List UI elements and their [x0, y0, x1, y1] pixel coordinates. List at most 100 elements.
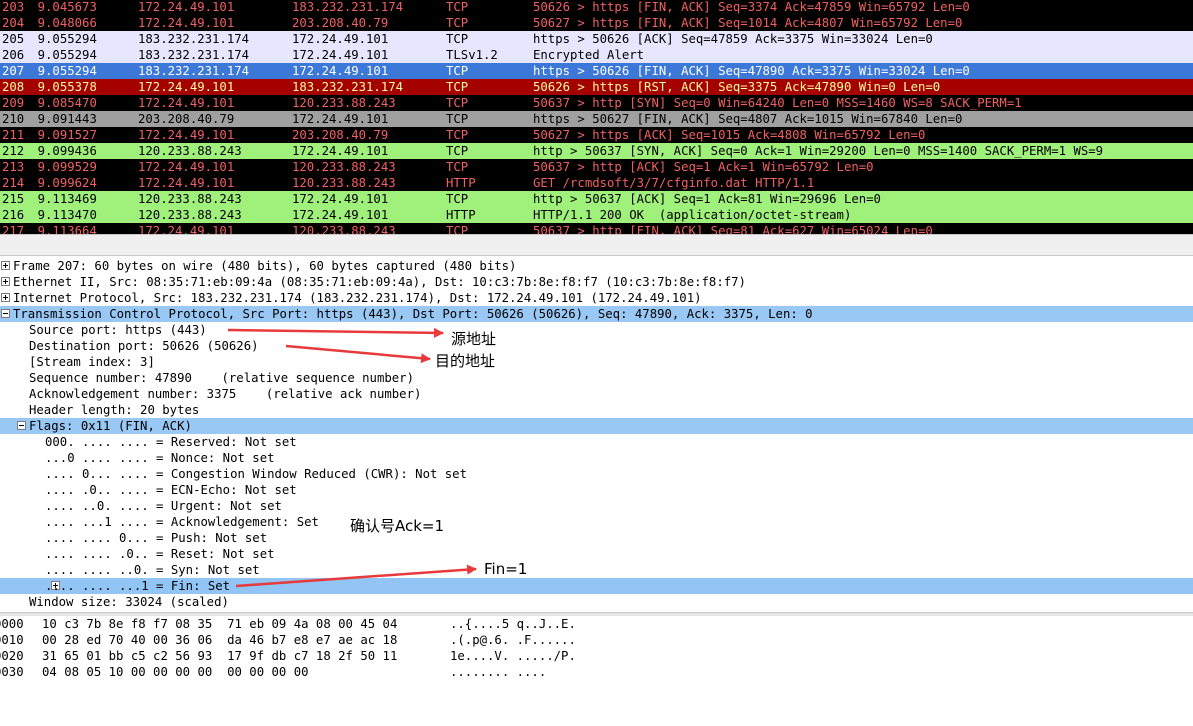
packet-info: http > 50637 [SYN, ACK] Seq=0 Ack=1 Win=…	[533, 144, 1104, 158]
packet-row[interactable]: 206 9.055294 183.232.231.174 172.24.49.101…	[0, 47, 1193, 63]
expand-icon[interactable]	[1, 261, 10, 270]
packet-no-time: 212 9.099436	[2, 143, 132, 159]
packet-info: 50637 > http [ACK] Seq=1 Ack=1 Win=65792…	[533, 160, 874, 174]
hex-row[interactable]: 0000 10 c3 7b 8e f8 f7 08 35 71 eb 09 4a …	[0, 616, 1193, 632]
packet-destination: 172.24.49.101	[292, 208, 389, 222]
packet-info: Encrypted Alert	[533, 48, 645, 62]
packet-destination: 183.232.231.174	[292, 80, 404, 94]
packet-source: 172.24.49.101	[138, 128, 235, 142]
packet-no-time: 210 9.091443	[2, 111, 132, 127]
packet-no-time: 204 9.048066	[2, 15, 132, 31]
tree-item[interactable]: Destination port: 50626 (50626)	[0, 338, 1193, 354]
packet-bytes-pane[interactable]: 0000 10 c3 7b 8e f8 f7 08 35 71 eb 09 4a …	[0, 616, 1193, 726]
tree-item[interactable]: .... .... 0... = Push: Not set	[0, 530, 1193, 546]
packet-time: 9.113469	[37, 192, 97, 206]
tree-item-label: Ethernet II, Src: 08:35:71:eb:09:4a (08:…	[13, 275, 746, 289]
packet-destination: 172.24.49.101	[292, 32, 389, 46]
tree-item[interactable]: .... .... ...1 = Fin: Set	[0, 578, 1193, 594]
tree-item[interactable]: .... ...1 .... = Acknowledgement: Set	[0, 514, 1193, 530]
packet-destination: 172.24.49.101	[292, 64, 389, 78]
packet-row[interactable]: 216 9.113470 120.233.88.243 172.24.49.101 H…	[0, 207, 1193, 223]
tree-item[interactable]: Source port: https (443)	[0, 322, 1193, 338]
tree-item[interactable]: Window size: 33024 (scaled)	[0, 594, 1193, 610]
packet-number: 215	[2, 192, 25, 206]
packet-row[interactable]: 210 9.091443 203.208.40.79 172.24.49.101 TC…	[0, 111, 1193, 127]
packet-details-pane[interactable]: Frame 207: 60 bytes on wire (480 bits), …	[0, 256, 1193, 612]
expand-icon[interactable]	[1, 293, 10, 302]
tree-item-label: Flags: 0x11 (FIN, ACK)	[29, 419, 192, 433]
expand-icon[interactable]	[1, 277, 10, 286]
tree-item[interactable]: [Stream index: 3]	[0, 354, 1193, 370]
packet-info: https > 50627 [FIN, ACK] Seq=4807 Ack=10…	[533, 112, 963, 126]
packet-row[interactable]: 208 9.055378 172.24.49.101 183.232.231.174…	[0, 79, 1193, 95]
packet-number: 217	[2, 224, 25, 234]
packet-row[interactable]: 207 9.055294 183.232.231.174 172.24.49.101…	[0, 63, 1193, 79]
packet-number: 203	[2, 0, 25, 14]
packet-source: 183.232.231.174	[138, 64, 250, 78]
tree-item[interactable]: Internet Protocol, Src: 183.232.231.174 …	[0, 290, 1193, 306]
packet-row[interactable]: 209 9.085470 172.24.49.101 120.233.88.243 T…	[0, 95, 1193, 111]
packet-row[interactable]: 205 9.055294 183.232.231.174 172.24.49.101…	[0, 31, 1193, 47]
tree-item-label: .... 0... .... = Congestion Window Reduc…	[45, 467, 467, 481]
packet-row[interactable]: 214 9.099624 172.24.49.101 120.233.88.243 H…	[0, 175, 1193, 191]
tree-item[interactable]: .... .... .0.. = Reset: Not set	[0, 546, 1193, 562]
annotation-ack: 确认号Ack=1	[350, 517, 445, 535]
tree-item[interactable]: Flags: 0x11 (FIN, ACK)	[0, 418, 1193, 434]
packet-source: 172.24.49.101	[138, 224, 235, 234]
annotation-fin: Fin=1	[484, 560, 528, 578]
packet-no-time: 216 9.113470	[2, 207, 132, 223]
packet-list-pane[interactable]: 203 9.045673 172.24.49.101 183.232.231.174…	[0, 0, 1193, 234]
packet-number: 206	[2, 48, 25, 62]
packet-info: GET /rcmdsoft/3/7/cfginfo.dat HTTP/1.1	[533, 176, 815, 190]
hex-row[interactable]: 0020 31 65 01 bb c5 c2 56 93 17 9f db c7 …	[0, 648, 1193, 664]
packet-row[interactable]: 203 9.045673 172.24.49.101 183.232.231.174…	[0, 0, 1193, 15]
tree-item[interactable]: .... .0.. .... = ECN-Echo: Not set	[0, 482, 1193, 498]
packet-source: 183.232.231.174	[138, 32, 250, 46]
packet-row[interactable]: 215 9.113469 120.233.88.243 172.24.49.101 T…	[0, 191, 1193, 207]
packet-time: 9.055378	[37, 80, 97, 94]
packet-row[interactable]: 211 9.091527 172.24.49.101 203.208.40.79 TC…	[0, 127, 1193, 143]
hex-row[interactable]: 0030 04 08 05 10 00 00 00 00 00 00 00 00.…	[0, 664, 1193, 680]
packet-time: 9.099624	[37, 176, 97, 190]
tree-item[interactable]: Header length: 20 bytes	[0, 402, 1193, 418]
tree-item[interactable]: Ethernet II, Src: 08:35:71:eb:09:4a (08:…	[0, 274, 1193, 290]
packet-row[interactable]: 204 9.048066 172.24.49.101 203.208.40.79 TC…	[0, 15, 1193, 31]
collapse-icon[interactable]	[1, 309, 10, 318]
packet-protocol: TCP	[446, 128, 469, 142]
tree-item[interactable]: Frame 207: 60 bytes on wire (480 bits), …	[0, 258, 1193, 274]
packet-time: 9.099436	[37, 144, 97, 158]
packet-number: 214	[2, 176, 25, 190]
collapse-icon[interactable]	[17, 421, 26, 430]
annotation-source: 源地址	[451, 330, 497, 348]
packet-number: 213	[2, 160, 25, 174]
packet-protocol: HTTP	[446, 176, 476, 190]
tree-item[interactable]: .... 0... .... = Congestion Window Reduc…	[0, 466, 1193, 482]
packet-no-time: 203 9.045673	[2, 0, 132, 15]
packet-number: 207	[2, 64, 25, 78]
packet-source: 172.24.49.101	[138, 96, 235, 110]
tree-item[interactable]: .... .... ..0. = Syn: Not set	[0, 562, 1193, 578]
packet-info: 50627 > https [ACK] Seq=1015 Ack=4808 Wi…	[533, 128, 926, 142]
packet-time: 9.055294	[37, 32, 97, 46]
tree-item-label: Transmission Control Protocol, Src Port:…	[13, 307, 813, 321]
packet-row[interactable]: 212 9.099436 120.233.88.243 172.24.49.101 T…	[0, 143, 1193, 159]
tree-item[interactable]: Acknowledgement number: 3375 (relative a…	[0, 386, 1193, 402]
hex-bytes: 31 65 01 bb c5 c2 56 93 17 9f db c7 18 2…	[42, 649, 398, 663]
packet-number: 216	[2, 208, 25, 222]
pane-splitter[interactable]	[0, 234, 1193, 256]
packet-destination: 203.208.40.79	[292, 16, 389, 30]
tree-item[interactable]: Transmission Control Protocol, Src Port:…	[0, 306, 1193, 322]
packet-destination: 172.24.49.101	[292, 192, 389, 206]
packet-no-time: 207 9.055294	[2, 63, 132, 79]
packet-number: 204	[2, 16, 25, 30]
tree-item-label: 000. .... .... = Reserved: Not set	[45, 435, 297, 449]
packet-row[interactable]: 213 9.099529 172.24.49.101 120.233.88.243 T…	[0, 159, 1193, 175]
hex-row[interactable]: 0010 00 28 ed 70 40 00 36 06 da 46 b7 e8 …	[0, 632, 1193, 648]
tree-item[interactable]: Sequence number: 47890 (relative sequenc…	[0, 370, 1193, 386]
tree-item[interactable]: .... ..0. .... = Urgent: Not set	[0, 498, 1193, 514]
packet-info: 50627 > https [FIN, ACK] Seq=1014 Ack=48…	[533, 16, 963, 30]
tree-item[interactable]: ...0 .... .... = Nonce: Not set	[0, 450, 1193, 466]
packet-row[interactable]: 217 9.113664 172.24.49.101 120.233.88.243 T…	[0, 223, 1193, 234]
tree-item[interactable]: 000. .... .... = Reserved: Not set	[0, 434, 1193, 450]
packet-no-time: 209 9.085470	[2, 95, 132, 111]
